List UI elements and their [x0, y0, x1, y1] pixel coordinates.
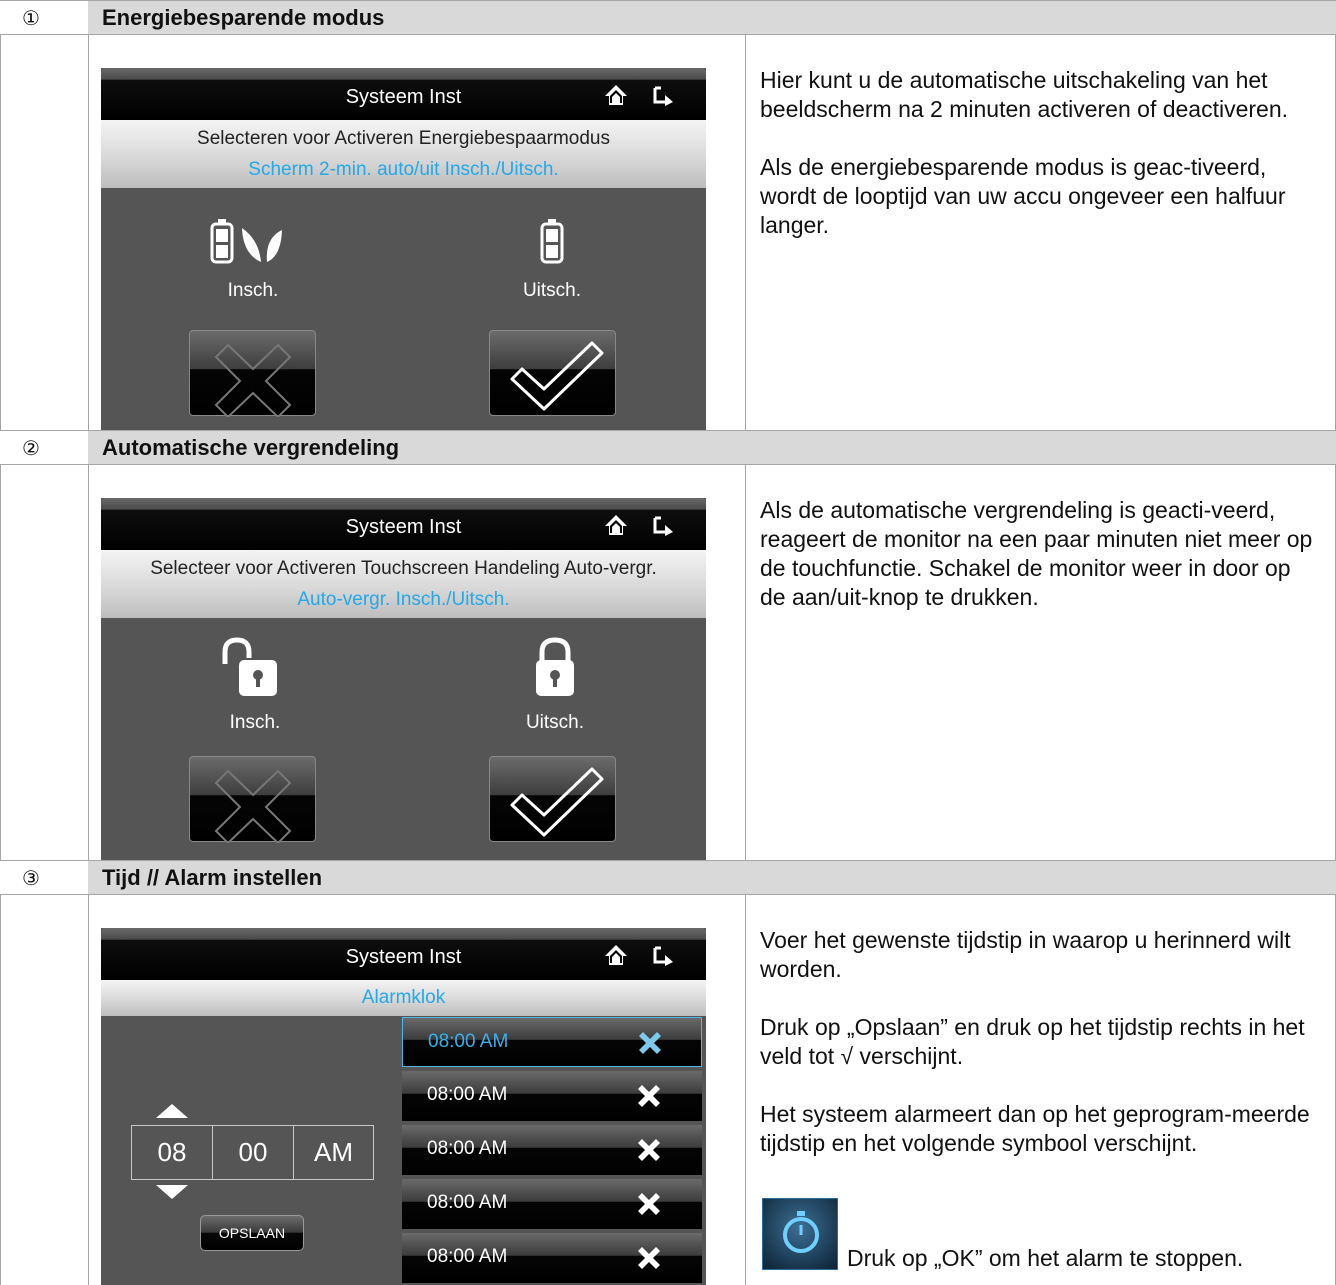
- confirm-button[interactable]: [489, 756, 616, 842]
- alarm-row[interactable]: 08:00 AM: [402, 1179, 702, 1229]
- cancel-x-icon: [214, 769, 292, 843]
- screen-infobar: Selecteer voor Activeren Touchscreen Han…: [101, 550, 706, 618]
- screen-infobar: Alarmklok: [101, 980, 706, 1016]
- device-screen-energy: Systeem Inst Selecteren voor Activeren E…: [101, 68, 706, 430]
- confirm-check-icon: [510, 341, 604, 411]
- delete-x-icon[interactable]: [634, 1081, 664, 1111]
- section-description: Als de automatische vergrendeling is gea…: [760, 496, 1320, 641]
- delete-x-icon[interactable]: [634, 1189, 664, 1219]
- section-title: Automatische vergrendeling: [88, 431, 1336, 465]
- screen-topbar: Systeem Inst: [101, 928, 706, 980]
- cancel-button[interactable]: [189, 756, 316, 843]
- section-description: Voer het gewenste tijdstip in waarop u h…: [760, 926, 1320, 1158]
- delete-x-icon[interactable]: [635, 1028, 665, 1058]
- minute-field[interactable]: 00: [212, 1125, 294, 1180]
- info-subline: Alarmklok: [361, 987, 446, 1008]
- alarm-time: 08:00 AM: [427, 1084, 508, 1105]
- description-paragraph: Het systeem alarmeert dan op het geprogr…: [760, 1101, 1310, 1156]
- section-header: ② Automatische vergrendeling: [0, 431, 1336, 465]
- save-button[interactable]: OPSLAAN: [200, 1215, 304, 1251]
- description-stop-alarm: Druk op „OK” om het alarm te stoppen.: [847, 1245, 1244, 1271]
- alarm-row[interactable]: 08:00 AM: [402, 1017, 702, 1067]
- info-line: Selecteren voor Activeren Energiebespaar…: [197, 128, 610, 149]
- device-screen-autolock: Systeem Inst Selecteer voor Activeren To…: [101, 498, 706, 860]
- confirm-check-icon: [510, 767, 604, 837]
- option-on-label[interactable]: Insch.: [193, 280, 313, 302]
- battery-leaf-icon[interactable]: [209, 218, 299, 266]
- unlock-icon[interactable]: [219, 636, 281, 698]
- description-paragraph: Hier kunt u de automatische uitschakelin…: [760, 67, 1289, 122]
- stopwatch-icon: [762, 1198, 838, 1270]
- cancel-x-icon: [214, 343, 292, 417]
- decrease-arrow[interactable]: [156, 1185, 188, 1199]
- alarm-time: 08:00 AM: [427, 1192, 508, 1213]
- section-number: ③: [0, 861, 88, 895]
- cancel-button[interactable]: [189, 330, 316, 417]
- delete-x-icon[interactable]: [634, 1243, 664, 1273]
- home-icon[interactable]: [604, 944, 628, 966]
- back-icon[interactable]: [652, 946, 676, 966]
- table-border: [745, 894, 746, 1285]
- home-icon[interactable]: [604, 514, 628, 536]
- info-subline: Auto-vergr. Insch./Uitsch.: [297, 589, 510, 610]
- screen-infobar: Selecteren voor Activeren Energiebespaar…: [101, 120, 706, 188]
- option-off-label[interactable]: Uitsch.: [492, 280, 612, 302]
- delete-x-icon[interactable]: [634, 1135, 664, 1165]
- ampm-field[interactable]: AM: [293, 1125, 374, 1180]
- alarm-row[interactable]: 08:00 AM: [402, 1071, 702, 1121]
- alarm-time: 08:00 AM: [427, 1138, 508, 1159]
- increase-arrow[interactable]: [156, 1104, 188, 1118]
- option-on-label[interactable]: Insch.: [195, 712, 315, 734]
- section-description: Hier kunt u de automatische uitschakelin…: [760, 66, 1320, 269]
- screen-topbar: Systeem Inst: [101, 68, 706, 120]
- section-header: ③ Tijd // Alarm instellen: [0, 861, 1336, 895]
- alarm-time: 08:00 AM: [427, 1246, 508, 1267]
- battery-icon[interactable]: [539, 218, 565, 266]
- section-number: ①: [0, 1, 88, 35]
- alarm-row[interactable]: 08:00 AM: [402, 1125, 702, 1175]
- info-line: Selecteer voor Activeren Touchscreen Han…: [150, 558, 657, 579]
- document-page: ① Energiebesparende modus Systeem Inst S…: [0, 0, 1336, 1285]
- hour-field[interactable]: 08: [131, 1125, 213, 1180]
- confirm-button[interactable]: [489, 330, 616, 416]
- table-border: [745, 34, 746, 430]
- back-icon[interactable]: [652, 516, 676, 536]
- lock-icon[interactable]: [535, 636, 575, 698]
- description-paragraph: Als de automatische vergrendeling is gea…: [760, 497, 1313, 610]
- section-header: ① Energiebesparende modus: [0, 1, 1336, 35]
- table-border: [88, 0, 89, 1285]
- section-number: ②: [0, 431, 88, 465]
- home-icon[interactable]: [604, 84, 628, 106]
- description-paragraph: Voer het gewenste tijdstip in waarop u h…: [760, 927, 1291, 982]
- description-paragraph: Als de energiebesparende modus is geac-t…: [760, 154, 1286, 238]
- info-subline: Scherm 2-min. auto/uit Insch./Uitsch.: [248, 159, 559, 180]
- alarm-row[interactable]: 08:00 AM: [402, 1233, 702, 1283]
- table-border: [745, 464, 746, 860]
- alarm-time: 08:00 AM: [428, 1031, 509, 1052]
- table-border: [0, 0, 1, 1285]
- section-title: Energiebesparende modus: [88, 1, 1336, 35]
- description-paragraph: Druk op „Opslaan” en druk op het tijdsti…: [760, 1014, 1305, 1069]
- screen-topbar: Systeem Inst: [101, 498, 706, 550]
- section-title: Tijd // Alarm instellen: [88, 861, 1336, 895]
- back-icon[interactable]: [652, 86, 676, 106]
- option-off-label[interactable]: Uitsch.: [495, 712, 615, 734]
